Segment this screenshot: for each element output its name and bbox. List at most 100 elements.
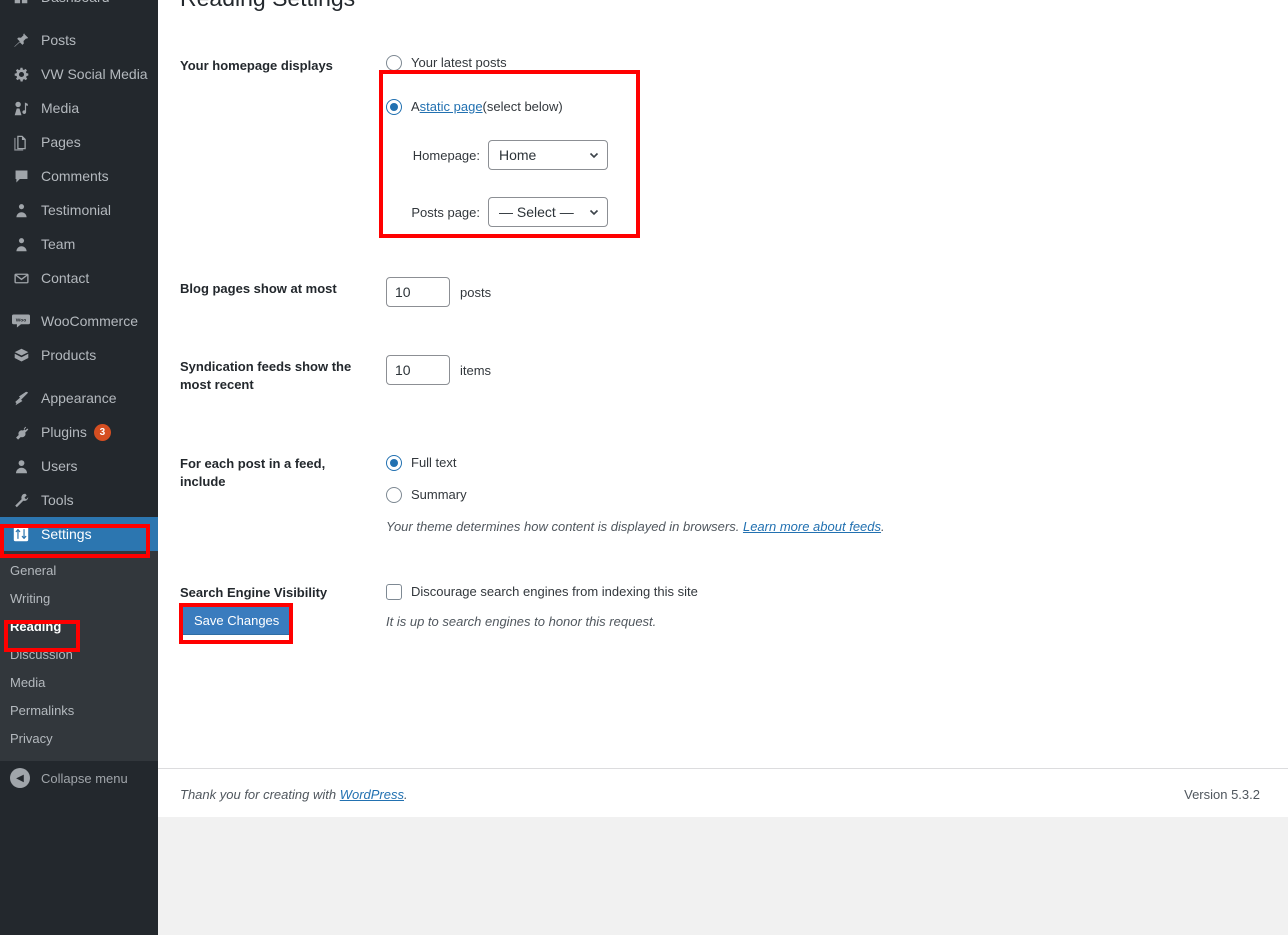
sidebar-item-tools[interactable]: Tools bbox=[0, 483, 158, 517]
active-menu-arrow-icon bbox=[158, 526, 166, 542]
media-icon bbox=[10, 98, 32, 118]
label-homepage-displays: Your homepage displays bbox=[180, 58, 333, 73]
radio-latest-posts-label: Your latest posts bbox=[411, 55, 507, 70]
syndication-unit: items bbox=[460, 362, 492, 378]
homepage-select-value: Home bbox=[499, 147, 537, 163]
footer-thanks-prefix: Thank you for creating with bbox=[180, 787, 340, 802]
gear-icon bbox=[10, 64, 32, 84]
radio-static-page[interactable] bbox=[386, 99, 402, 115]
woo-icon: Woo bbox=[10, 311, 32, 331]
homepage-select[interactable]: Home bbox=[488, 140, 608, 170]
radio-full-text[interactable] bbox=[386, 455, 402, 472]
sidebar-item-label: Contact bbox=[41, 270, 90, 286]
footer-thanks-suffix: . bbox=[404, 787, 408, 802]
page-title: Reading Settings bbox=[180, 0, 355, 13]
comment-icon bbox=[10, 166, 32, 186]
form-row-feed-include: For each post in a feed, include Full te… bbox=[158, 445, 1258, 550]
homepage-select-label: Homepage: bbox=[412, 147, 480, 163]
reading-settings-form: Your homepage displays Your latest posts… bbox=[158, 40, 1258, 644]
menu-separator bbox=[0, 295, 158, 304]
collapse-arrow-icon: ◀ bbox=[10, 768, 30, 788]
wrench-icon bbox=[10, 490, 32, 510]
sidebar-item-plugins[interactable]: Plugins 3 bbox=[0, 415, 158, 449]
footer-thanks: Thank you for creating with WordPress. bbox=[180, 787, 408, 802]
sidebar-item-team[interactable]: Team bbox=[0, 227, 158, 261]
admin-footer: Thank you for creating with WordPress. V… bbox=[158, 768, 1288, 817]
field-blog-pages: posts bbox=[378, 269, 1258, 320]
sidebar-item-settings[interactable]: Settings bbox=[0, 517, 166, 551]
sidebar-item-products[interactable]: Products bbox=[0, 338, 158, 372]
svg-text:Woo: Woo bbox=[16, 317, 27, 323]
posts-page-select[interactable]: — Select — bbox=[488, 197, 608, 227]
sidebar-item-label: Appearance bbox=[41, 390, 117, 406]
admin-sidebar: Dashboard Posts VW Social Media Media Pa… bbox=[0, 0, 166, 935]
sidebar-item-label: Settings bbox=[41, 526, 92, 542]
sidebar-item-contact[interactable]: Contact bbox=[0, 261, 158, 295]
radio-option-full-text[interactable]: Full text bbox=[386, 453, 1248, 473]
save-changes-button[interactable]: Save Changes bbox=[180, 606, 294, 635]
submenu-item-reading[interactable]: Reading bbox=[0, 613, 158, 641]
sidebar-item-label: Plugins bbox=[41, 424, 87, 440]
submenu-item-privacy[interactable]: Privacy bbox=[0, 725, 158, 753]
posts-page-select-value: — Select — bbox=[499, 204, 574, 220]
sidebar-item-users[interactable]: Users bbox=[0, 449, 158, 483]
sidebar-item-media[interactable]: Media bbox=[0, 91, 158, 125]
field-search-visibility: Discourage search engines from indexing … bbox=[378, 574, 1258, 645]
sidebar-item-label: Pages bbox=[41, 134, 81, 150]
collapse-menu-label: Collapse menu bbox=[41, 770, 128, 786]
sidebar-item-label: VW Social Media bbox=[41, 66, 148, 82]
sidebar-item-label: Comments bbox=[41, 168, 109, 184]
dashboard-icon bbox=[10, 0, 32, 7]
chevron-down-icon bbox=[589, 152, 599, 159]
sidebar-item-comments[interactable]: Comments bbox=[0, 159, 158, 193]
learn-more-feeds-link[interactable]: Learn more about feeds bbox=[743, 519, 881, 534]
posts-page-select-row: Posts page: — Select — bbox=[386, 197, 1248, 227]
pin-icon bbox=[10, 30, 32, 50]
person-icon bbox=[10, 200, 32, 220]
sidebar-item-vw-social-media[interactable]: VW Social Media bbox=[0, 57, 158, 91]
radio-option-static-page[interactable]: A static page (select below) bbox=[386, 97, 1248, 117]
search-visibility-description: It is up to search engines to honor this… bbox=[386, 613, 657, 629]
submenu-item-media[interactable]: Media bbox=[0, 669, 158, 697]
label-blog-pages: Blog pages show at most bbox=[180, 281, 337, 296]
radio-static-page-prefix: A bbox=[411, 99, 420, 114]
collapse-menu-button[interactable]: ◀ Collapse menu bbox=[0, 761, 158, 795]
wordpress-link[interactable]: WordPress bbox=[340, 787, 404, 802]
envelope-icon bbox=[10, 268, 32, 288]
sidebar-item-label: Media bbox=[41, 100, 80, 116]
discourage-search-engines-checkbox[interactable] bbox=[386, 583, 402, 600]
blog-pages-input[interactable] bbox=[386, 277, 450, 307]
syndication-input[interactable] bbox=[386, 355, 450, 385]
sidebar-item-testimonial[interactable]: Testimonial bbox=[0, 193, 158, 227]
settings-icon bbox=[10, 524, 32, 544]
sidebar-item-label: WooCommerce bbox=[41, 313, 138, 329]
form-row-syndication: Syndication feeds show the most recent i… bbox=[158, 347, 1258, 410]
feed-include-description: Your theme determines how content is dis… bbox=[386, 517, 1248, 537]
radio-summary[interactable] bbox=[386, 487, 402, 504]
field-homepage-displays: Your latest posts A static page (select … bbox=[378, 40, 1258, 240]
settings-submenu: General Writing Reading Discussion Media… bbox=[0, 551, 158, 761]
sidebar-item-appearance[interactable]: Appearance bbox=[0, 381, 158, 415]
blog-pages-unit: posts bbox=[460, 284, 492, 300]
submit-area: Save Changes bbox=[180, 606, 294, 635]
sidebar-item-label: Posts bbox=[41, 32, 77, 48]
radio-option-summary[interactable]: Summary bbox=[386, 485, 1248, 505]
checkbox-option-discourage[interactable]: Discourage search engines from indexing … bbox=[386, 582, 1248, 602]
submenu-item-writing[interactable]: Writing bbox=[0, 585, 158, 613]
radio-option-latest-posts[interactable]: Your latest posts bbox=[386, 53, 1248, 73]
sidebar-item-label: Users bbox=[41, 458, 78, 474]
sidebar-item-posts[interactable]: Posts bbox=[0, 23, 158, 57]
homepage-select-row: Homepage: Home bbox=[386, 140, 1248, 170]
submenu-item-discussion[interactable]: Discussion bbox=[0, 641, 158, 669]
label-syndication: Syndication feeds show the most recent bbox=[180, 359, 352, 392]
submenu-item-permalinks[interactable]: Permalinks bbox=[0, 697, 158, 725]
static-page-link[interactable]: static page bbox=[420, 97, 483, 117]
submenu-item-general[interactable]: General bbox=[0, 557, 158, 585]
main-content-area: Reading Settings Your homepage displays … bbox=[158, 0, 1288, 935]
sidebar-item-woocommerce[interactable]: Woo WooCommerce bbox=[0, 304, 158, 338]
sidebar-item-pages[interactable]: Pages bbox=[0, 125, 158, 159]
sidebar-item-dashboard[interactable]: Dashboard bbox=[0, 0, 158, 14]
radio-latest-posts[interactable] bbox=[386, 55, 402, 71]
plugins-update-badge: 3 bbox=[93, 423, 111, 441]
posts-page-select-label: Posts page: bbox=[411, 204, 480, 220]
